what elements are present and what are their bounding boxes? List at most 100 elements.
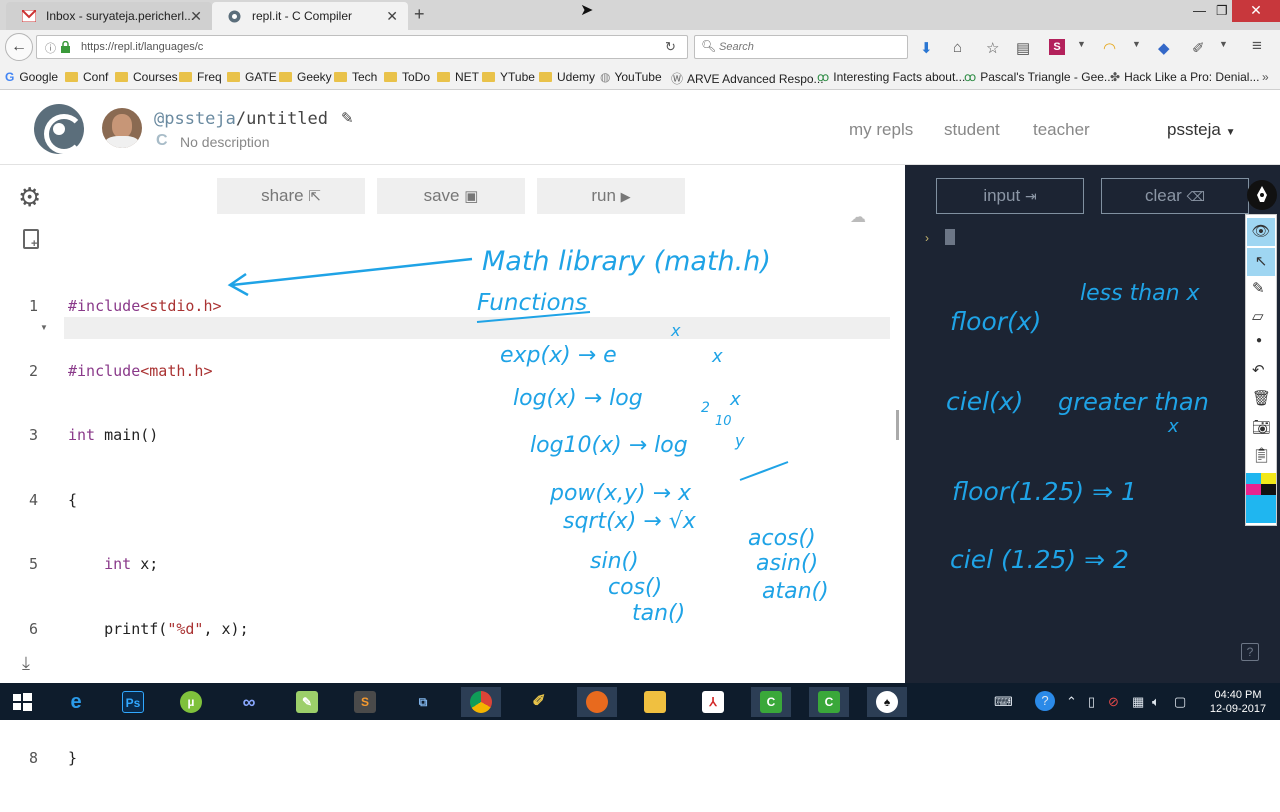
nav-student[interactable]: student (944, 120, 1000, 140)
security-tray-icon[interactable]: ⊘ (1108, 694, 1119, 710)
bookmark-freq[interactable]: Freq (179, 70, 222, 84)
gear-icon[interactable]: ⚙ (18, 182, 41, 213)
taskbar-clock[interactable]: 04:40 PM 12-09-2017 (1198, 688, 1278, 716)
trash-icon[interactable]: 🗑︎ (1252, 389, 1271, 407)
color-swatch-magenta[interactable] (1246, 484, 1261, 495)
taskbar-utorrent[interactable]: µ (171, 687, 211, 717)
editor-scrollbar[interactable] (896, 410, 899, 440)
taskbar-acrobat[interactable]: ⅄ (693, 687, 733, 717)
chevron-down-icon[interactable]: ▼ (1132, 39, 1141, 49)
tab-inbox[interactable]: Inbox - suryateja.pericherl... ✕ (6, 2, 212, 30)
undo-icon[interactable]: ↶ (1252, 361, 1265, 379)
repl-description[interactable]: No description (180, 134, 270, 150)
bookmark-arve[interactable]: Ⓦ ARVE Advanced Respo... (671, 70, 824, 87)
extension-rainbow-icon[interactable]: ◠ (1103, 39, 1116, 57)
minimize-window-button[interactable]: — (1193, 3, 1206, 18)
battery-icon[interactable]: ▯ (1088, 694, 1095, 710)
help-tray-icon[interactable]: ? (1035, 691, 1055, 711)
share-button[interactable]: share ⇱ (217, 178, 365, 214)
dot-brush-icon[interactable]: ● (1256, 335, 1262, 346)
replit-logo-icon[interactable] (34, 104, 84, 154)
close-window-button[interactable]: ✕ (1232, 0, 1280, 22)
extension-s-icon[interactable]: S (1049, 39, 1065, 55)
maximize-window-button[interactable]: ❐ (1216, 3, 1228, 19)
taskbar-notepadpp[interactable]: ✎ (287, 687, 327, 717)
color-swatch-yellow[interactable] (1261, 473, 1276, 484)
notification-icon[interactable]: ▢ (1174, 694, 1186, 710)
save-button[interactable]: save ▣ (377, 178, 525, 214)
console-pane[interactable]: input ⇥ clear ⌫ › ? (905, 165, 1280, 683)
keyboard-icon[interactable]: ⌨ (994, 694, 1013, 710)
taskbar-file-explorer[interactable] (635, 687, 675, 717)
bookmark-youtube[interactable]: ◍ YouTube (600, 70, 662, 84)
taskbar-pencil-app[interactable]: ✐ (519, 687, 559, 717)
fold-arrow-icon[interactable]: ▼ (40, 323, 48, 332)
pointer-icon[interactable]: ↖ (1247, 248, 1275, 276)
bookmark-pascal[interactable]: ꝏ Pascal's Triangle - Gee... (964, 70, 1114, 84)
chevron-up-icon[interactable]: ⌃ (1066, 694, 1077, 710)
chevron-down-icon[interactable]: ▼ (1077, 39, 1086, 49)
clear-button[interactable]: clear ⌫ (1101, 178, 1249, 214)
camera-icon[interactable]: 📷︎ (1252, 418, 1271, 436)
close-tab-icon[interactable]: ✕ (386, 8, 398, 25)
bookmark-ytube[interactable]: YTube (482, 70, 535, 84)
bookmark-conf[interactable]: Conf (65, 70, 108, 84)
bookmark-courses[interactable]: Courses (115, 70, 178, 84)
repl-owner-link[interactable]: @pssteja (154, 109, 236, 129)
bookmark-geeky[interactable]: Geeky (279, 70, 332, 84)
chevron-down-icon[interactable]: ▼ (1219, 39, 1228, 49)
info-icon[interactable]: ⓘ (45, 40, 56, 56)
bookmark-udemy[interactable]: Udemy (539, 70, 595, 84)
taskbar-sublime[interactable]: S (345, 687, 385, 717)
bookmark-google[interactable]: G Google (5, 70, 58, 84)
home-icon[interactable]: ⌂ (953, 39, 962, 56)
code-editor[interactable]: #include<stdio.h> #include<math.h> int m… (68, 253, 249, 812)
color-swatch-selected[interactable] (1246, 495, 1276, 523)
eraser-icon[interactable]: ▱ (1252, 307, 1264, 325)
pen-toggle-icon[interactable] (1247, 180, 1277, 210)
edit-pencil-icon[interactable]: ✎ (341, 109, 354, 127)
taskbar-ie[interactable]: e (56, 687, 96, 717)
taskbar-firefox[interactable] (577, 687, 617, 717)
run-button[interactable]: run ▶ (537, 178, 685, 214)
more-bookmarks-icon[interactable]: » (1262, 70, 1269, 84)
color-swatch-black[interactable] (1261, 484, 1276, 495)
avatar[interactable] (102, 108, 142, 148)
input-button[interactable]: input ⇥ (936, 178, 1084, 214)
taskbar-chrome[interactable] (461, 687, 501, 717)
extension-diamond-icon[interactable]: ◆ (1158, 39, 1170, 57)
windows-start-button[interactable] (2, 687, 42, 717)
new-tab-button[interactable]: + (414, 4, 425, 25)
nav-teacher[interactable]: teacher (1033, 120, 1090, 140)
back-button[interactable]: ← (5, 33, 33, 61)
clipboard-icon[interactable]: 📋︎ (1252, 446, 1271, 464)
network-tray-icon[interactable]: ▦ (1132, 694, 1144, 710)
url-bar[interactable]: ⓘ https://repl.it/languages/c ↻ (36, 35, 688, 59)
add-file-icon[interactable] (23, 229, 39, 250)
taskbar-epic-pen[interactable]: ♠ (867, 687, 907, 717)
extension-pen-icon[interactable]: ✐ (1192, 39, 1205, 57)
volume-icon[interactable]: 🔈︎ (1152, 694, 1160, 710)
bookmark-interesting-facts[interactable]: ꝏ Interesting Facts about... (817, 70, 965, 84)
tab-replit[interactable]: repl.it - C Compiler ✕ (212, 2, 408, 30)
bookmark-todo[interactable]: ToDo (384, 70, 430, 84)
bookmark-hack-like-a-pro[interactable]: ✤ Hack Like a Pro: Denial... (1110, 70, 1259, 84)
account-menu[interactable]: pssteja ▼ (1167, 120, 1236, 140)
bookmark-star-icon[interactable]: ☆ (986, 39, 999, 57)
bookmark-net[interactable]: NET (437, 70, 479, 84)
download-icon[interactable]: ⬇ (920, 39, 933, 57)
nav-my-repls[interactable]: my repls (849, 120, 913, 140)
repl-name[interactable]: /untitled (236, 109, 328, 129)
taskbar-photoshop[interactable]: Ps (113, 687, 153, 717)
reload-icon[interactable]: ↻ (665, 39, 676, 55)
bookmark-gate[interactable]: GATE (227, 70, 277, 84)
menu-icon[interactable]: ≡ (1252, 36, 1262, 56)
eye-icon[interactable]: 👁︎ (1247, 218, 1275, 246)
taskbar-camtasia-recorder[interactable]: C (809, 687, 849, 717)
bookmark-tech[interactable]: Tech (334, 70, 377, 84)
help-button[interactable]: ? (1241, 643, 1259, 661)
taskbar-infinity-app[interactable]: ∞ (229, 687, 269, 717)
highlighter-icon[interactable]: ✎ (1252, 279, 1265, 297)
reading-list-icon[interactable]: ▤ (1016, 39, 1030, 57)
taskbar-network-app[interactable]: ⧉ (403, 687, 443, 717)
